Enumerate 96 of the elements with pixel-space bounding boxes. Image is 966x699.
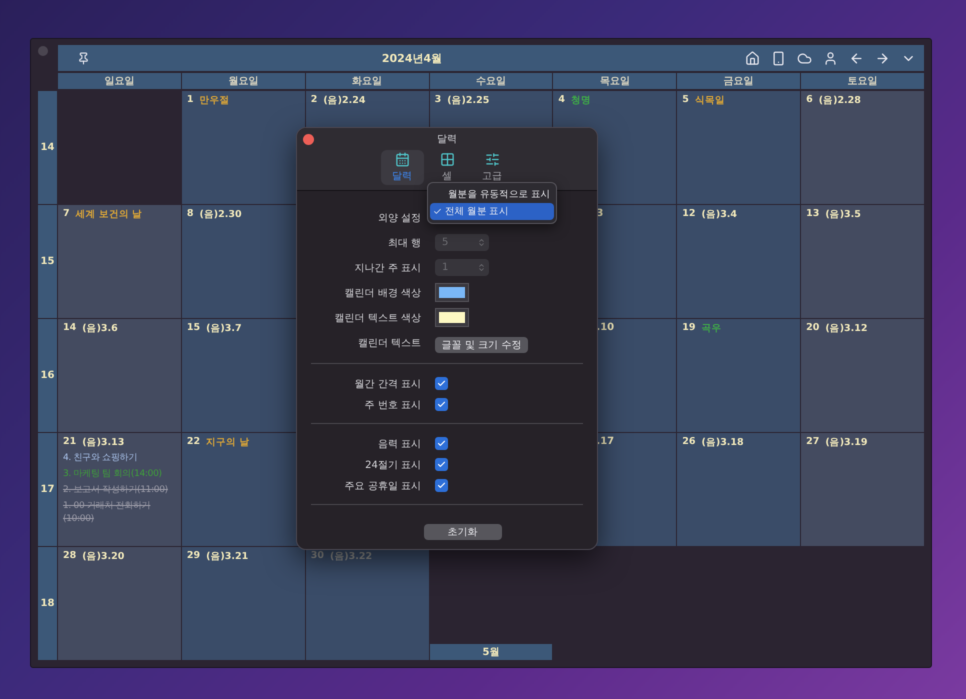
day-cell[interactable]: 29 (음)3.21 (182, 547, 305, 660)
day-label: .10 (595, 322, 616, 333)
grid-icon (440, 152, 454, 167)
day-cell[interactable]: 1 만우절 (182, 91, 305, 204)
day-label: 29 (음)3.21 (186, 550, 250, 563)
day-label: 26 (음)3.18 (682, 436, 745, 449)
setting-label: 최대 행 (386, 236, 421, 250)
day-label: 14 (음)3.6 (63, 322, 119, 335)
day-label: 4 청명 (558, 94, 592, 107)
setting-label: 캘린더 배경 색상 (344, 286, 421, 300)
arrow-left-icon[interactable] (849, 50, 864, 66)
setting-label: 캘린더 텍스트 색상 (334, 312, 421, 324)
day-label: 6 (음)2.28 (806, 94, 862, 107)
day-label: 2 (음)2.24 (310, 94, 366, 107)
day-label: 15 (음)3.7 (186, 322, 243, 335)
day-label: 20 (음)3.12 (806, 322, 868, 335)
check-icon (437, 400, 446, 409)
reset-button[interactable]: 초기화 (424, 524, 502, 540)
day-label: 21 (음)3.13 (63, 436, 126, 449)
toolbar-tab[interactable]: 셀 (426, 150, 468, 185)
window-title: 2024년4월 (380, 50, 444, 66)
check-icon (437, 460, 446, 469)
day-cell[interactable]: 26 (음)3.18 (677, 433, 800, 546)
check-icon (437, 481, 446, 490)
day-label: .17 (595, 436, 616, 447)
day-label: 5 식목일 (682, 94, 726, 107)
dialog-title: 달력 (437, 133, 457, 146)
day-cell[interactable]: 20 (음)3.12 (801, 319, 924, 432)
color-well[interactable] (435, 308, 469, 327)
checkbox-label: 월간 간격 표시 (354, 378, 421, 390)
day-label: 19 곡우 (682, 322, 723, 335)
setting-label: 외양 설정 (376, 212, 421, 224)
toolbar-tab[interactable]: 고급 (470, 150, 514, 185)
user-icon[interactable] (823, 50, 838, 66)
weekday-header: 금요일 (677, 73, 800, 89)
day-label: 22 지구의 날 (186, 436, 250, 449)
month-label: 5월 (430, 644, 552, 660)
arrow-right-icon[interactable] (875, 50, 890, 66)
day-label: 12 (음)3.4 (682, 208, 738, 221)
close-button[interactable] (303, 134, 314, 145)
checkbox-label: 음력 표시 (376, 438, 421, 450)
checkbox[interactable] (435, 377, 448, 390)
day-cell[interactable]: 13 (음)3.5 (801, 205, 924, 318)
weekday-header: 토요일 (801, 73, 924, 89)
check-icon (437, 439, 446, 448)
home-icon[interactable] (745, 50, 760, 66)
weekday-header: 월요일 (182, 73, 305, 89)
sliders-icon (484, 152, 500, 167)
checkbox-label: 주 번호 표시 (364, 398, 421, 412)
day-label: 1 만우절 (186, 94, 230, 107)
day-label: 27 (음)3.19 (806, 436, 868, 449)
day-label: 28 (음)3.20 (63, 550, 126, 563)
day-label: 7 세계 보건의 날 (63, 208, 144, 221)
day-label: 30 (음)3.22 (310, 550, 374, 563)
color-well[interactable] (435, 283, 469, 302)
stepper-arrows-icon (477, 263, 486, 272)
checkbox-label: 주요 공휴일 표시 (344, 480, 421, 492)
checkbox-label: 24절기 표시 (364, 458, 421, 472)
day-cell[interactable]: 7 세계 보건의 날 (58, 205, 181, 318)
menu-item[interactable]: 전체 월분 표시 (430, 203, 554, 220)
weekday-header: 수요일 (430, 73, 552, 89)
week-number: 18 (38, 547, 57, 660)
checkbox[interactable] (435, 437, 448, 450)
setting-label: 캘린더 텍스트 (356, 336, 421, 350)
checkbox[interactable] (435, 458, 448, 471)
day-cell[interactable]: 28 (음)3.20 (58, 547, 181, 660)
weekday-header: 화요일 (306, 73, 429, 89)
phone-icon[interactable] (771, 50, 786, 66)
day-label: 3 (음)2.25 (434, 94, 490, 107)
font-button[interactable]: 글꼴 및 크기 수정 (435, 336, 528, 352)
check-icon (437, 379, 446, 388)
day-cell[interactable]: 12 (음)3.4 (677, 205, 800, 318)
checkbox[interactable] (435, 479, 448, 492)
week-number: 14 (38, 91, 57, 204)
day-label: 8 (음)2.30 (186, 208, 243, 221)
day-label: 13 (음)3.5 (806, 208, 862, 221)
event-item[interactable]: 4. 친구와 쇼핑하기 (63, 452, 176, 465)
day-cell[interactable]: 27 (음)3.19 (801, 433, 924, 546)
setting-label: 지나간 주 표시 (354, 262, 421, 274)
day-cell[interactable]: 14 (음)3.6 (58, 319, 181, 432)
week-number: 17 (38, 433, 57, 546)
weekday-header: 목요일 (553, 73, 676, 89)
cloud-icon[interactable] (797, 50, 812, 66)
check-icon (433, 207, 442, 216)
stepper-arrows-icon (477, 238, 486, 247)
day-cell[interactable]: 5 식목일 (677, 91, 800, 204)
checkbox[interactable] (435, 398, 448, 411)
day-cell[interactable]: 19 곡우 (677, 319, 800, 432)
weekday-header: 일요일 (58, 73, 181, 89)
day-cell[interactable]: 21 (음)3.13 4. 친구와 쇼핑하기 3. 마케팅 팀 회의(14:00) 2. 보고서 작성하기(11:00) 1. 00 거래처 전화하기(10:00) (58, 433, 181, 546)
week-number: 15 (38, 205, 57, 318)
menu-item[interactable]: 월분을 유동적으로 표시 (430, 186, 554, 203)
day-cell[interactable]: 6 (음)2.28 (801, 91, 924, 204)
pin-icon[interactable] (77, 52, 90, 64)
calendar-icon (394, 152, 410, 167)
week-number: 16 (38, 319, 57, 432)
